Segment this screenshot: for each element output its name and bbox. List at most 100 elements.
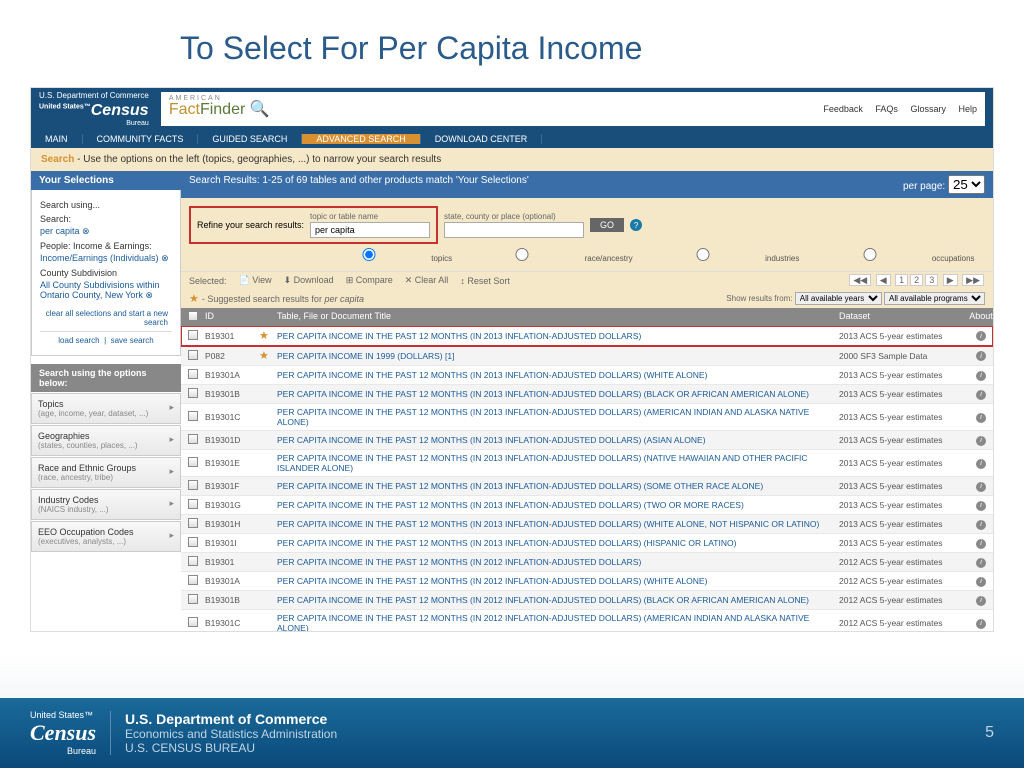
row-checkbox[interactable] (188, 330, 198, 340)
info-icon[interactable]: i (976, 436, 986, 446)
info-icon[interactable]: i (976, 596, 986, 606)
radio-occupations (810, 248, 930, 261)
help-icon[interactable]: ? (630, 219, 642, 231)
slide-title: To Select For Per Capita Income (0, 0, 1024, 87)
option-item[interactable]: Industry Codes(NAICS industry, ...) (31, 489, 181, 520)
table-row[interactable]: B19301CPER CAPITA INCOME IN THE PAST 12 … (181, 610, 993, 632)
glossary-link[interactable]: Glossary (910, 104, 946, 114)
page-number: 5 (985, 724, 994, 742)
info-icon[interactable]: i (976, 351, 986, 361)
row-checkbox[interactable] (188, 617, 198, 627)
factfinder-sup: AMERICAN (169, 95, 222, 102)
save-search-link[interactable]: save search (111, 336, 154, 345)
info-icon[interactable]: i (976, 413, 986, 423)
nav-advanced[interactable]: ADVANCED SEARCH (302, 134, 420, 144)
info-icon[interactable]: i (976, 371, 986, 381)
table-row[interactable]: B19301BPER CAPITA INCOME IN THE PAST 12 … (181, 385, 993, 404)
table-row[interactable]: B19301PER CAPITA INCOME IN THE PAST 12 M… (181, 553, 993, 572)
info-icon[interactable]: i (976, 482, 986, 492)
row-checkbox[interactable] (188, 434, 198, 444)
table-row[interactable]: P082★PER CAPITA INCOME IN 1999 (DOLLARS)… (181, 346, 993, 366)
reset-button[interactable]: ↕ Reset Sort (460, 276, 510, 286)
feedback-link[interactable]: Feedback (823, 104, 863, 114)
table-row[interactable]: B19301APER CAPITA INCOME IN THE PAST 12 … (181, 572, 993, 591)
row-checkbox[interactable] (188, 499, 198, 509)
faqs-link[interactable]: FAQs (875, 104, 898, 114)
slide-footer: United States™ Census Bureau U.S. Depart… (0, 698, 1024, 768)
info-icon[interactable]: i (976, 390, 986, 400)
row-checkbox[interactable] (188, 518, 198, 528)
info-icon[interactable]: i (976, 520, 986, 530)
info-icon[interactable]: i (976, 459, 986, 469)
pager-3[interactable]: 3 (925, 274, 938, 286)
info-icon[interactable]: i (976, 558, 986, 568)
place-input[interactable] (444, 222, 584, 238)
pager-first[interactable]: ◀◀ (849, 274, 871, 286)
row-checkbox[interactable] (188, 480, 198, 490)
info-icon[interactable]: i (976, 619, 986, 629)
star-icon: ★ (259, 330, 269, 342)
info-icon[interactable]: i (976, 501, 986, 511)
pager-2[interactable]: 2 (910, 274, 923, 286)
row-checkbox[interactable] (188, 594, 198, 604)
selection-county[interactable]: All County Subdivisions within Ontario C… (40, 280, 172, 301)
header-links: Feedback FAQs Glossary Help (813, 104, 977, 114)
row-checkbox[interactable] (188, 457, 198, 467)
info-icon[interactable]: i (976, 539, 986, 549)
years-select[interactable]: All available years (795, 292, 882, 305)
option-item[interactable]: Race and Ethnic Groups(race, ancestry, t… (31, 457, 181, 488)
view-button[interactable]: 📄 View (239, 275, 272, 286)
selection-search[interactable]: per capita (40, 226, 172, 237)
filter-radios: topics race/ancestry industries occupati… (309, 248, 985, 263)
main-nav: MAIN COMMUNITY FACTS GUIDED SEARCH ADVAN… (31, 130, 993, 148)
table-row[interactable]: B19301IPER CAPITA INCOME IN THE PAST 12 … (181, 534, 993, 553)
nav-guided[interactable]: GUIDED SEARCH (198, 134, 302, 144)
table-row[interactable]: B19301BPER CAPITA INCOME IN THE PAST 12 … (181, 591, 993, 610)
load-search-link[interactable]: load search (58, 336, 99, 345)
help-link[interactable]: Help (958, 104, 977, 114)
go-button[interactable]: GO (590, 218, 624, 232)
app-screenshot: U.S. Department of Commerce United State… (30, 87, 994, 632)
radio-topics (309, 248, 429, 261)
selection-income[interactable]: Income/Earnings (Individuals) (40, 253, 172, 264)
compare-button[interactable]: ⊞ Compare (346, 275, 393, 286)
programs-select[interactable]: All available programs (884, 292, 985, 305)
clear-button[interactable]: ✕ Clear All (405, 275, 449, 286)
table-row[interactable]: B19301FPER CAPITA INCOME IN THE PAST 12 … (181, 477, 993, 496)
row-checkbox[interactable] (188, 388, 198, 398)
table-row[interactable]: B19301EPER CAPITA INCOME IN THE PAST 12 … (181, 450, 993, 477)
table-row[interactable]: B19301HPER CAPITA INCOME IN THE PAST 12 … (181, 515, 993, 534)
row-checkbox[interactable] (188, 575, 198, 585)
nav-download[interactable]: DOWNLOAD CENTER (421, 134, 543, 144)
pager-next[interactable]: ▶ (943, 274, 958, 286)
factfinder-logo: FactFinder 🔍 (169, 99, 270, 119)
select-all-checkbox[interactable] (188, 311, 198, 321)
table-row[interactable]: B19301DPER CAPITA INCOME IN THE PAST 12 … (181, 431, 993, 450)
pager-prev[interactable]: ◀ (876, 274, 891, 286)
pager-1[interactable]: 1 (895, 274, 908, 286)
census-logo: U.S. Department of Commerce United State… (39, 91, 149, 127)
per-page-select[interactable]: 25 (948, 175, 985, 194)
download-button[interactable]: ⬇ Download (284, 275, 334, 286)
table-row[interactable]: B19301★PER CAPITA INCOME IN THE PAST 12 … (181, 326, 993, 346)
info-icon[interactable]: i (976, 577, 986, 587)
nav-main[interactable]: MAIN (31, 134, 83, 144)
star-icon: ★ (189, 292, 199, 305)
table-row[interactable]: B19301CPER CAPITA INCOME IN THE PAST 12 … (181, 404, 993, 431)
row-checkbox[interactable] (188, 411, 198, 421)
table-row[interactable]: B19301APER CAPITA INCOME IN THE PAST 12 … (181, 366, 993, 385)
option-item[interactable]: Geographies(states, counties, places, ..… (31, 425, 181, 456)
row-checkbox[interactable] (188, 369, 198, 379)
option-item[interactable]: Topics(age, income, year, dataset, ...) (31, 393, 181, 424)
selections-header: Your Selections (31, 171, 181, 190)
pager-last[interactable]: ▶▶ (962, 274, 984, 286)
table-row[interactable]: B19301GPER CAPITA INCOME IN THE PAST 12 … (181, 496, 993, 515)
info-icon[interactable]: i (976, 331, 986, 341)
clear-all-link[interactable]: clear all selections and start a new sea… (40, 305, 172, 331)
option-item[interactable]: EEO Occupation Codes(executives, analyst… (31, 521, 181, 552)
row-checkbox[interactable] (188, 556, 198, 566)
nav-community[interactable]: COMMUNITY FACTS (83, 134, 199, 144)
row-checkbox[interactable] (188, 537, 198, 547)
row-checkbox[interactable] (188, 350, 198, 360)
topic-input[interactable] (310, 222, 430, 238)
